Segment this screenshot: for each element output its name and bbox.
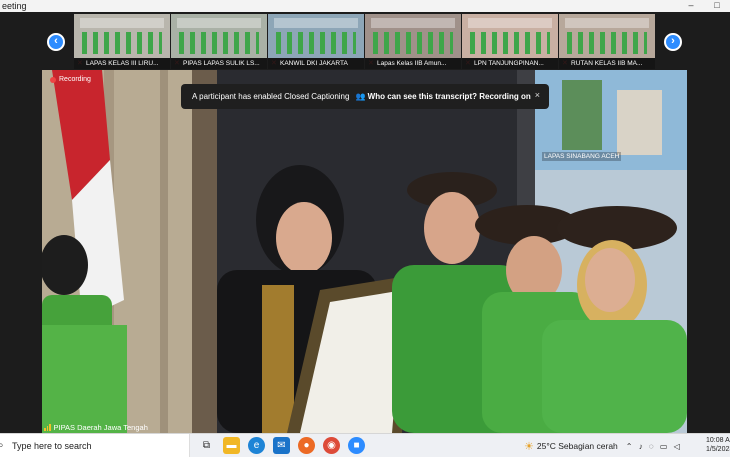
recording-label: Recording	[59, 76, 91, 83]
edge-icon[interactable]: e	[248, 437, 265, 454]
audio-level-icon	[44, 424, 51, 431]
thumbnail-label: LPN TANJUNGPINAN...	[462, 58, 558, 69]
transcript-info-link[interactable]: 👥 Who can see this transcript? Recording…	[355, 92, 530, 101]
window-title-bar: eeting – □	[0, 0, 730, 12]
participant-thumbnail[interactable]: ✕LAPAS KELAS III LIRU...	[74, 14, 170, 69]
windows-taskbar: ⌕ Type here to search ⧉ ▬ e ✉ ● ◉ ■ ☀ 25°C Seb…	[0, 433, 730, 457]
close-icon[interactable]: ×	[535, 90, 540, 100]
task-view-icon[interactable]: ⧉	[198, 437, 215, 454]
thumbnail-video	[268, 14, 364, 58]
file-explorer-icon[interactable]: ▬	[223, 437, 240, 454]
next-page-button[interactable]: ›	[664, 33, 682, 51]
transcript-info-text: Who can see this transcript? Recording o…	[367, 92, 531, 101]
participant-thumbnail[interactable]: ✕Lapas Kelas IIB Amun...	[365, 14, 461, 69]
thumbnail-video	[559, 14, 655, 58]
thumbnail-label: RUTAN KELAS IIB MA...	[559, 58, 655, 69]
participant-thumbnail[interactable]: ✕LPN TANJUNGPINAN...	[462, 14, 558, 69]
window-controls: – □	[678, 0, 730, 12]
thumbnail-video	[74, 14, 170, 58]
search-placeholder: Type here to search	[12, 441, 92, 451]
caption-banner-text: A participant has enabled Closed Caption…	[192, 92, 350, 101]
weather-icon: ☀	[524, 440, 534, 453]
thumbnail-label: LAPAS KELAS III LIRU...	[74, 58, 170, 69]
participant-thumbnail-strip: ‹ ✕LAPAS KELAS III LIRU...✕PIPAS LAPAS S…	[0, 12, 730, 70]
zoom-icon[interactable]: ■	[348, 437, 365, 454]
video-scene	[42, 70, 687, 433]
firefox-icon[interactable]: ●	[298, 437, 315, 454]
taskbar-clock[interactable]: 10:08 AM 1/5/2023	[706, 436, 730, 454]
zoom-meeting-app: eeting – □ ‹ ✕LAPAS KELAS III LIRU...✕PI…	[0, 0, 730, 457]
taskbar-search-box[interactable]: ⌕ Type here to search	[0, 434, 190, 457]
participant-thumbnail[interactable]: ✕RUTAN KELAS IIB MA...	[559, 14, 655, 69]
speaker-name: PIPAS Daerah Jawa Tengah	[53, 423, 148, 432]
weather-text[interactable]: 25°C Sebagian cerah	[537, 441, 618, 451]
thumbnail-label: KANWIL DKI JAKARTA	[268, 58, 364, 69]
thumbnail-video	[462, 14, 558, 58]
mail-icon[interactable]: ✉	[273, 437, 290, 454]
thumbnail-label: Lapas Kelas IIB Amun...	[365, 58, 461, 69]
minimize-button[interactable]: –	[678, 0, 704, 12]
chrome-icon[interactable]: ◉	[323, 437, 340, 454]
window-title: eeting	[2, 1, 27, 11]
clock-time: 10:08 AM	[706, 437, 730, 444]
recording-indicator: Recording	[50, 76, 91, 83]
system-tray: ☀ 25°C Sebagian cerah ⌃ ♪ ◌ ▭ ◁	[524, 434, 682, 457]
previous-page-button[interactable]: ‹	[47, 33, 65, 51]
pinned-apps: ⧉ ▬ e ✉ ● ◉ ■	[198, 437, 365, 454]
record-icon	[50, 76, 56, 83]
clock-date: 1/5/2023	[706, 446, 730, 453]
closed-caption-banner: A participant has enabled Closed Caption…	[181, 84, 549, 109]
thumbnail-list: ✕LAPAS KELAS III LIRU...✕PIPAS LAPAS SUL…	[74, 14, 655, 69]
tray-icons[interactable]: ⌃ ♪ ◌ ▭ ◁	[626, 442, 682, 451]
search-icon: ⌕	[0, 440, 4, 451]
speaker-name-tag: PIPAS Daerah Jawa Tengah	[44, 423, 148, 432]
thumbnail-video	[365, 14, 461, 58]
participant-thumbnail[interactable]: ✕KANWIL DKI JAKARTA	[268, 14, 364, 69]
active-speaker-video[interactable]: Recording A participant has enabled Clos…	[42, 70, 687, 433]
thumbnail-video	[171, 14, 267, 58]
maximize-button[interactable]: □	[704, 0, 730, 12]
participant-thumbnail[interactable]: ✕PIPAS LAPAS SULIK LS...	[171, 14, 267, 69]
thumbnail-label: PIPAS LAPAS SULIK LS...	[171, 58, 267, 69]
screen-text: LAPAS SINABANG ACEH	[542, 152, 622, 161]
